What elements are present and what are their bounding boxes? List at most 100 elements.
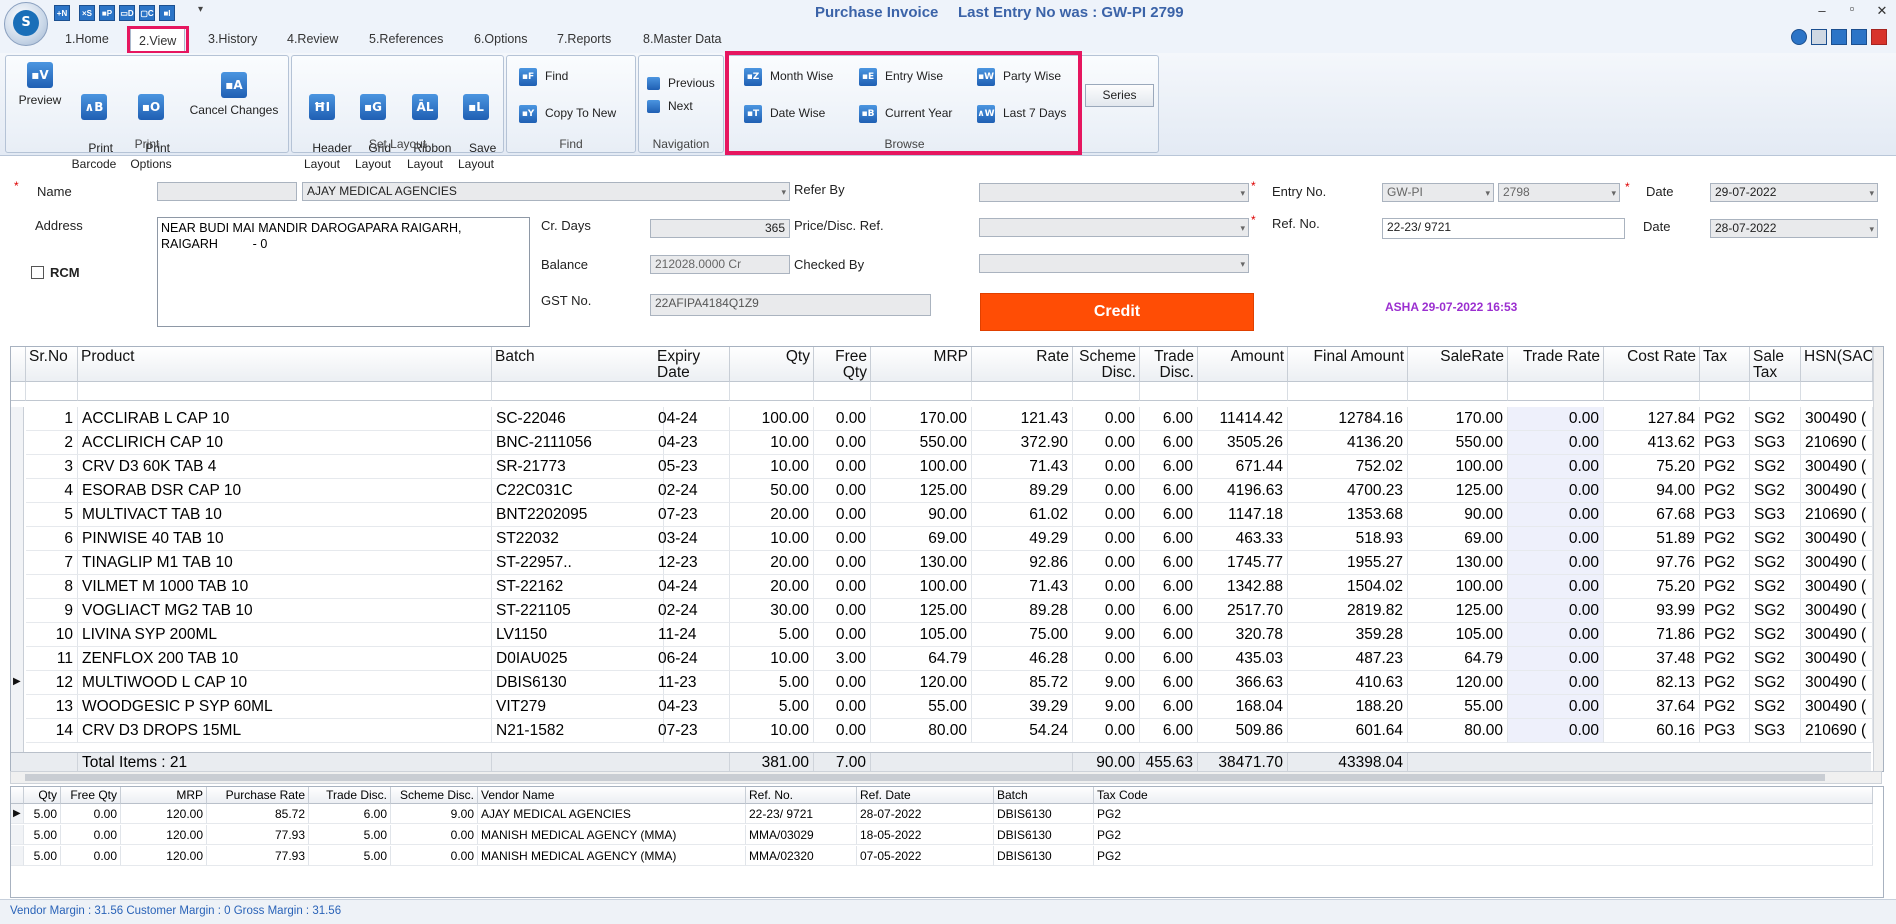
copy-to-new-button[interactable]: ▪Y Copy To New — [519, 103, 616, 123]
table-row[interactable]: 4 ESORAB DSR CAP 10 C22C031C 02-24 50.00 0.00… — [11, 479, 1873, 503]
column-filter-cell[interactable] — [78, 382, 492, 401]
cell-free-qty[interactable]: 0.00 — [814, 551, 871, 575]
column-header-cost-rate[interactable]: Cost Rate — [1604, 347, 1700, 382]
cell-amount[interactable]: 4196.63 — [1198, 479, 1288, 503]
column-header-sale-tax[interactable]: Sale Tax — [1750, 347, 1801, 382]
history-cell-batch[interactable]: DBIS6130 — [994, 804, 1094, 824]
history-header-tax-code[interactable]: Tax Code — [1094, 787, 1873, 804]
cell-qty[interactable]: 10.00 — [730, 719, 814, 743]
column-filter-cell[interactable] — [1801, 382, 1873, 401]
cell-scheme-disc[interactable]: 9.00 — [1073, 695, 1140, 719]
preview-button[interactable]: ▪V Preview — [15, 62, 65, 108]
cell-amount[interactable]: 366.63 — [1198, 671, 1288, 695]
cell-batch[interactable]: VIT279 — [492, 695, 664, 719]
cell-free-qty[interactable]: 0.00 — [814, 455, 871, 479]
cell-mrp[interactable]: 125.00 — [871, 479, 972, 503]
cell-trade-rate[interactable]: 0.00 — [1508, 527, 1604, 551]
cell-sr-no[interactable]: 7 — [26, 551, 78, 575]
cell-product[interactable]: WOODGESIC P SYP 60ML — [78, 695, 492, 719]
history-cell-purchase-rate[interactable]: 77.93 — [207, 846, 309, 866]
column-filter-cell[interactable] — [972, 382, 1073, 401]
history-cell-free-qty[interactable]: 0.00 — [61, 846, 121, 866]
cell-hsn-sac[interactable]: 210690 ( — [1801, 431, 1873, 455]
history-cell-ref-date[interactable]: 28-07-2022 — [857, 804, 994, 824]
column-filter-cell[interactable] — [1073, 382, 1140, 401]
cell-rate[interactable]: 92.86 — [972, 551, 1073, 575]
cell-scheme-disc[interactable]: 0.00 — [1073, 551, 1140, 575]
cell-qty[interactable]: 10.00 — [730, 431, 814, 455]
table-row[interactable]: 13 WOODGESIC P SYP 60ML VIT279 04-23 5.00 0.0… — [11, 695, 1873, 719]
cell-mrp[interactable]: 130.00 — [871, 551, 972, 575]
cell-product[interactable]: ACCLIRICH CAP 10 — [78, 431, 492, 455]
cell-final-amount[interactable]: 518.93 — [1288, 527, 1408, 551]
cell-qty[interactable]: 10.00 — [730, 527, 814, 551]
header-layout-button[interactable]: ĦI Header Layout — [299, 62, 352, 188]
history-cell-ref-date[interactable]: 18-05-2022 — [857, 825, 994, 845]
cancel-changes-button[interactable]: ▪A Cancel Changes — [186, 72, 282, 118]
column-filter-cell[interactable] — [1508, 382, 1604, 401]
cell-sale-tax[interactable]: SG2 — [1750, 551, 1801, 575]
cell-free-qty[interactable]: 0.00 — [814, 695, 871, 719]
cell-qty[interactable]: 10.00 — [730, 455, 814, 479]
cell-tax[interactable]: PG2 — [1700, 647, 1750, 671]
cell-hsn-sac[interactable]: 300490 ( — [1801, 575, 1873, 599]
column-header-product[interactable]: Product — [78, 347, 492, 382]
checked-by-field[interactable]: ▾ — [979, 254, 1249, 273]
row-selector[interactable]: ▶ — [11, 804, 24, 824]
tab-home[interactable]: 1.Home — [65, 32, 109, 46]
cell-product[interactable]: MULTIVACT TAB 10 — [78, 503, 492, 527]
cell-final-amount[interactable]: 601.64 — [1288, 719, 1408, 743]
name-field[interactable]: AJAY MEDICAL AGENCIES ▾ — [302, 182, 790, 201]
cell-mrp[interactable]: 90.00 — [871, 503, 972, 527]
cell-expiry-date[interactable]: 04-23 — [654, 695, 730, 719]
history-cell-batch[interactable]: DBIS6130 — [994, 846, 1094, 866]
cell-scheme-disc[interactable]: 0.00 — [1073, 719, 1140, 743]
cell-sr-no[interactable]: 5 — [26, 503, 78, 527]
history-cell-trade-disc[interactable]: 6.00 — [309, 804, 391, 824]
cell-cost-rate[interactable]: 413.62 — [1604, 431, 1700, 455]
entry-number-field[interactable]: 2798 ▾ — [1498, 183, 1620, 202]
table-row[interactable]: 10 LIVINA SYP 200ML LV1150 11-24 5.00 0.00 105… — [11, 623, 1873, 647]
cell-cost-rate[interactable]: 37.64 — [1604, 695, 1700, 719]
column-filter-cell[interactable] — [871, 382, 972, 401]
cell-final-amount[interactable]: 12784.16 — [1288, 407, 1408, 431]
cell-tax[interactable]: PG2 — [1700, 671, 1750, 695]
cell-hsn-sac[interactable]: 300490 ( — [1801, 599, 1873, 623]
cell-salerate[interactable]: 550.00 — [1408, 431, 1508, 455]
history-header-mrp[interactable]: MRP — [121, 787, 207, 804]
column-header-batch[interactable]: Batch — [492, 347, 664, 382]
cell-mrp[interactable]: 64.79 — [871, 647, 972, 671]
cell-sale-tax[interactable]: SG3 — [1750, 719, 1801, 743]
quick-access-2-icon[interactable]: ×S — [79, 5, 95, 21]
cell-batch[interactable]: C22C031C — [492, 479, 664, 503]
cell-sr-no[interactable]: 4 — [26, 479, 78, 503]
cell-expiry-date[interactable]: 07-23 — [654, 503, 730, 527]
ref-no-field[interactable]: 22-23/ 9721 — [1382, 218, 1625, 239]
history-header-scheme-disc[interactable]: Scheme Disc. — [391, 787, 478, 804]
column-header-salerate[interactable]: SaleRate — [1408, 347, 1508, 382]
cell-trade-disc[interactable]: 6.00 — [1140, 479, 1198, 503]
cell-sr-no[interactable]: 11 — [26, 647, 78, 671]
cell-hsn-sac[interactable]: 300490 ( — [1801, 695, 1873, 719]
cell-batch[interactable]: BNT2202095 — [492, 503, 664, 527]
cell-free-qty[interactable]: 0.00 — [814, 527, 871, 551]
history-header-purchase-rate[interactable]: Purchase Rate — [207, 787, 309, 804]
cell-tax[interactable]: PG2 — [1700, 575, 1750, 599]
history-cell-ref-no[interactable]: MMA/02320 — [746, 846, 857, 866]
cell-final-amount[interactable]: 487.23 — [1288, 647, 1408, 671]
cell-final-amount[interactable]: 4700.23 — [1288, 479, 1408, 503]
save-layout-button[interactable]: ▪L Save Layout — [453, 62, 499, 188]
cell-sr-no[interactable]: 14 — [26, 719, 78, 743]
row-selector[interactable] — [11, 825, 24, 845]
cell-expiry-date[interactable]: 07-23 — [654, 719, 730, 743]
cell-product[interactable]: ESORAB DSR CAP 10 — [78, 479, 492, 503]
cell-expiry-date[interactable]: 02-24 — [654, 599, 730, 623]
name-code-field[interactable] — [157, 182, 297, 201]
cell-batch[interactable]: ST-221105 — [492, 599, 664, 623]
cell-salerate[interactable]: 130.00 — [1408, 551, 1508, 575]
cell-mrp[interactable]: 125.00 — [871, 599, 972, 623]
history-cell-ref-date[interactable]: 07-05-2022 — [857, 846, 994, 866]
cell-product[interactable]: VILMET M 1000 TAB 10 — [78, 575, 492, 599]
table-row[interactable]: 7 TINAGLIP M1 TAB 10 ST-22957.. 12-23 20.00 0… — [11, 551, 1873, 575]
quick-access-4-icon[interactable]: ▭D — [119, 5, 135, 21]
